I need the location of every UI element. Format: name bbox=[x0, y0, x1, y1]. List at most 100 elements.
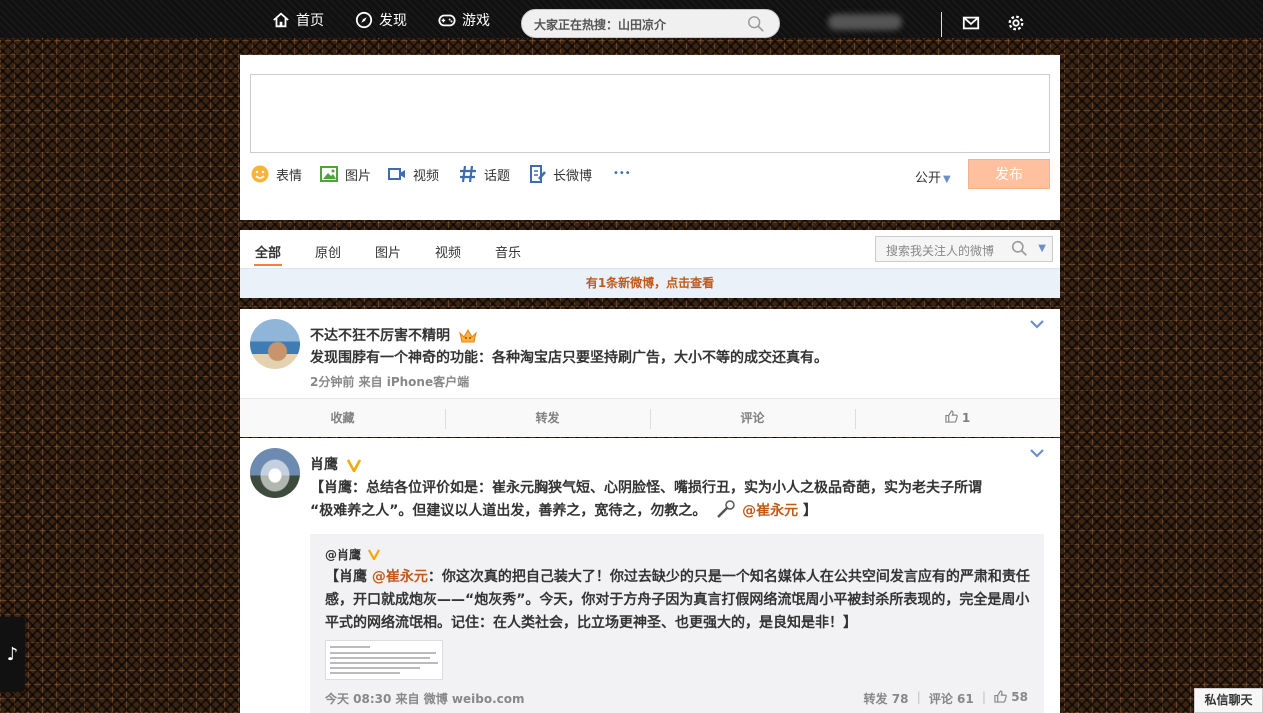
post-text-close: 】 bbox=[798, 503, 818, 519]
image-tool-label: 图片 bbox=[345, 168, 372, 184]
post-text-line-2-body: “极难养之人”。但建议以人道出发，善养之，宽待之，勿教之。 bbox=[310, 503, 707, 519]
post-text-line-2: “极难养之人”。但建议以人道出发，善养之，宽待之，勿教之。 @崔永元 】 bbox=[310, 499, 1050, 522]
caret-down-icon[interactable]: ▼ bbox=[1038, 243, 1046, 254]
repost-author[interactable]: @肖鹰 bbox=[325, 546, 381, 563]
post-text: 发现围脖有一个神奇的功能：各种淘宝店只要坚持刷广告，大小不等的成交还真有。 bbox=[310, 350, 828, 366]
global-search-input[interactable]: 大家正在热搜：山田凉介 bbox=[521, 9, 780, 38]
feed-search-input[interactable]: 搜索我关注人的微博 ▼ bbox=[875, 236, 1053, 262]
avatar[interactable] bbox=[250, 319, 300, 369]
like-count: 1 bbox=[961, 411, 971, 425]
comment-count-link[interactable]: 评论 61 bbox=[929, 690, 974, 707]
emoji-tool-label: 表情 bbox=[276, 168, 303, 184]
long-post-tool-label: 长微博 bbox=[553, 168, 593, 184]
long-post-tool[interactable]: 长微博 bbox=[527, 164, 592, 184]
repost-text: 【肖鹰 @崔永元：你这次真的把自己装大了！你过去缺少的只是一个知名媒体人在公共空… bbox=[325, 566, 1037, 635]
post-author-name: 不达不狂不厉害不精明 bbox=[310, 328, 450, 344]
search-icon[interactable] bbox=[1011, 240, 1028, 257]
thumbs-up-icon bbox=[945, 410, 958, 423]
smiley-icon bbox=[251, 165, 269, 183]
nav-divider bbox=[941, 12, 942, 37]
nav-home-label: 首页 bbox=[296, 13, 324, 29]
visibility-dropdown[interactable]: 公开 ▼ bbox=[915, 167, 951, 186]
avatar[interactable] bbox=[250, 448, 300, 498]
nav-games-label: 游戏 bbox=[462, 13, 490, 29]
chevron-down-icon[interactable] bbox=[1030, 448, 1044, 458]
repost-count-link[interactable]: 转发 78 bbox=[864, 690, 909, 707]
post-text: 【肖鹰：总结各位评价如是：崔永元胸狭气短、心阴脸怪、嘴损行丑，实为小人之极品奇葩… bbox=[310, 477, 1050, 522]
private-chat-button[interactable]: 私信聊天 bbox=[1194, 688, 1263, 713]
nav-home[interactable]: 首页 bbox=[272, 10, 324, 30]
topic-tool[interactable]: 话题 bbox=[458, 164, 510, 184]
nav-discover[interactable]: 发现 bbox=[355, 10, 407, 30]
image-tool[interactable]: 图片 bbox=[319, 164, 371, 184]
feed-post: 肖鹰 【肖鹰：总结各位评价如是：崔永元胸狭气短、心阴脸怪、嘴损行丑，实为小人之极… bbox=[240, 438, 1060, 713]
nav-discover-label: 发现 bbox=[379, 13, 407, 29]
image-icon bbox=[320, 166, 338, 182]
verified-v-icon bbox=[368, 549, 381, 562]
visibility-label: 公开 bbox=[915, 171, 942, 186]
global-search-placeholder: 大家正在热搜：山田凉介 bbox=[534, 18, 667, 32]
like-count-link[interactable]: 58 bbox=[994, 690, 1028, 707]
post-composer: 表情 图片 视频 话题 长微博 ••• 公开 ▼ 发布 bbox=[240, 55, 1060, 220]
mention-link[interactable]: @崔永元 bbox=[372, 569, 428, 585]
post-author[interactable]: 肖鹰 bbox=[310, 454, 361, 474]
post-text-line-1: 【肖鹰：总结各位评价如是：崔永元胸狭气短、心阴脸怪、嘴损行丑，实为小人之极品奇葩… bbox=[310, 480, 982, 496]
gear-icon[interactable] bbox=[1007, 14, 1025, 32]
thumbs-up-icon bbox=[994, 690, 1007, 703]
hashtag-icon bbox=[460, 165, 476, 183]
repost-text-prefix: 【肖鹰 bbox=[325, 569, 372, 585]
music-note-icon: ♪ bbox=[6, 644, 19, 665]
document-edit-icon bbox=[530, 165, 546, 183]
tab-music[interactable]: 音乐 bbox=[495, 242, 521, 261]
feed-search-placeholder: 搜索我关注人的微博 bbox=[886, 244, 995, 258]
feed-filter-bar: 全部 原创 图片 视频 音乐 搜索我关注人的微博 ▼ 有1条新微博，点击查看 bbox=[240, 230, 1060, 298]
verified-v-icon[interactable] bbox=[346, 458, 361, 472]
member-crown-icon[interactable] bbox=[459, 328, 477, 344]
user-name-blurred[interactable] bbox=[828, 14, 902, 30]
top-navbar: 首页 发现 游戏 大家正在热搜：山田凉介 bbox=[0, 0, 1263, 38]
repost-meta[interactable]: 今天 08:30 来自 微博 weibo.com bbox=[325, 690, 525, 707]
comment-button[interactable]: 评论 bbox=[650, 399, 855, 438]
publish-button[interactable]: 发布 bbox=[968, 159, 1050, 189]
mail-icon[interactable] bbox=[962, 14, 980, 32]
post-meta[interactable]: 2分钟前 来自 iPhone客户端 bbox=[310, 373, 469, 390]
mention-link[interactable]: @崔永元 bbox=[742, 503, 798, 519]
post-author[interactable]: 不达不狂不厉害不精明 bbox=[310, 325, 477, 345]
post-actions: 收藏 转发 评论 1 bbox=[240, 398, 1060, 437]
home-icon bbox=[273, 12, 289, 28]
gamepad-icon bbox=[438, 14, 456, 27]
feed-post: 不达不狂不厉害不精明 发现围脖有一个神奇的功能：各种淘宝店只要坚持刷广告，大小不… bbox=[240, 309, 1060, 437]
more-icon: ••• bbox=[613, 168, 631, 179]
tab-images[interactable]: 图片 bbox=[375, 242, 401, 261]
favorite-button[interactable]: 收藏 bbox=[240, 399, 445, 438]
reposted-content[interactable]: @肖鹰 【肖鹰 @崔永元：你这次真的把自己装大了！你过去缺少的只是一个知名媒体人… bbox=[310, 534, 1044, 713]
post-textarea[interactable] bbox=[250, 74, 1050, 153]
tab-all[interactable]: 全部 bbox=[255, 242, 281, 261]
search-icon[interactable] bbox=[747, 15, 765, 33]
like-count: 58 bbox=[1011, 690, 1028, 704]
microphone-icon bbox=[717, 500, 736, 518]
music-player-toggle[interactable]: ♪ bbox=[0, 617, 25, 692]
chevron-down-icon[interactable] bbox=[1030, 319, 1044, 329]
stat-divider: | bbox=[916, 690, 921, 704]
tab-videos[interactable]: 视频 bbox=[435, 242, 461, 261]
video-tool[interactable]: 视频 bbox=[387, 164, 439, 184]
stat-divider: | bbox=[981, 690, 987, 704]
repost-image-thumbnail[interactable] bbox=[325, 640, 443, 680]
repost-author-name: @肖鹰 bbox=[325, 548, 362, 562]
topic-tool-label: 话题 bbox=[484, 168, 511, 184]
repost-stats: 转发 78 | 评论 61 | 58 bbox=[864, 690, 1028, 707]
new-posts-banner[interactable]: 有1条新微博，点击查看 bbox=[240, 268, 1060, 298]
nav-games[interactable]: 游戏 bbox=[438, 10, 490, 30]
more-tools-button[interactable]: ••• bbox=[613, 168, 631, 179]
post-author-name: 肖鹰 bbox=[310, 457, 338, 473]
chevron-down-icon: ▼ bbox=[943, 174, 951, 185]
video-camera-icon bbox=[388, 168, 405, 180]
repost-text-body: ：你这次真的把自己装大了！你过去缺少的只是一个知名媒体人在公共空间发言应有的严肃… bbox=[325, 569, 1030, 631]
active-tab-indicator bbox=[254, 264, 282, 266]
repost-button[interactable]: 转发 bbox=[445, 399, 650, 438]
video-tool-label: 视频 bbox=[413, 168, 440, 184]
tab-original[interactable]: 原创 bbox=[315, 242, 341, 261]
like-button[interactable]: 1 bbox=[855, 399, 1060, 438]
emoji-tool[interactable]: 表情 bbox=[250, 164, 302, 184]
